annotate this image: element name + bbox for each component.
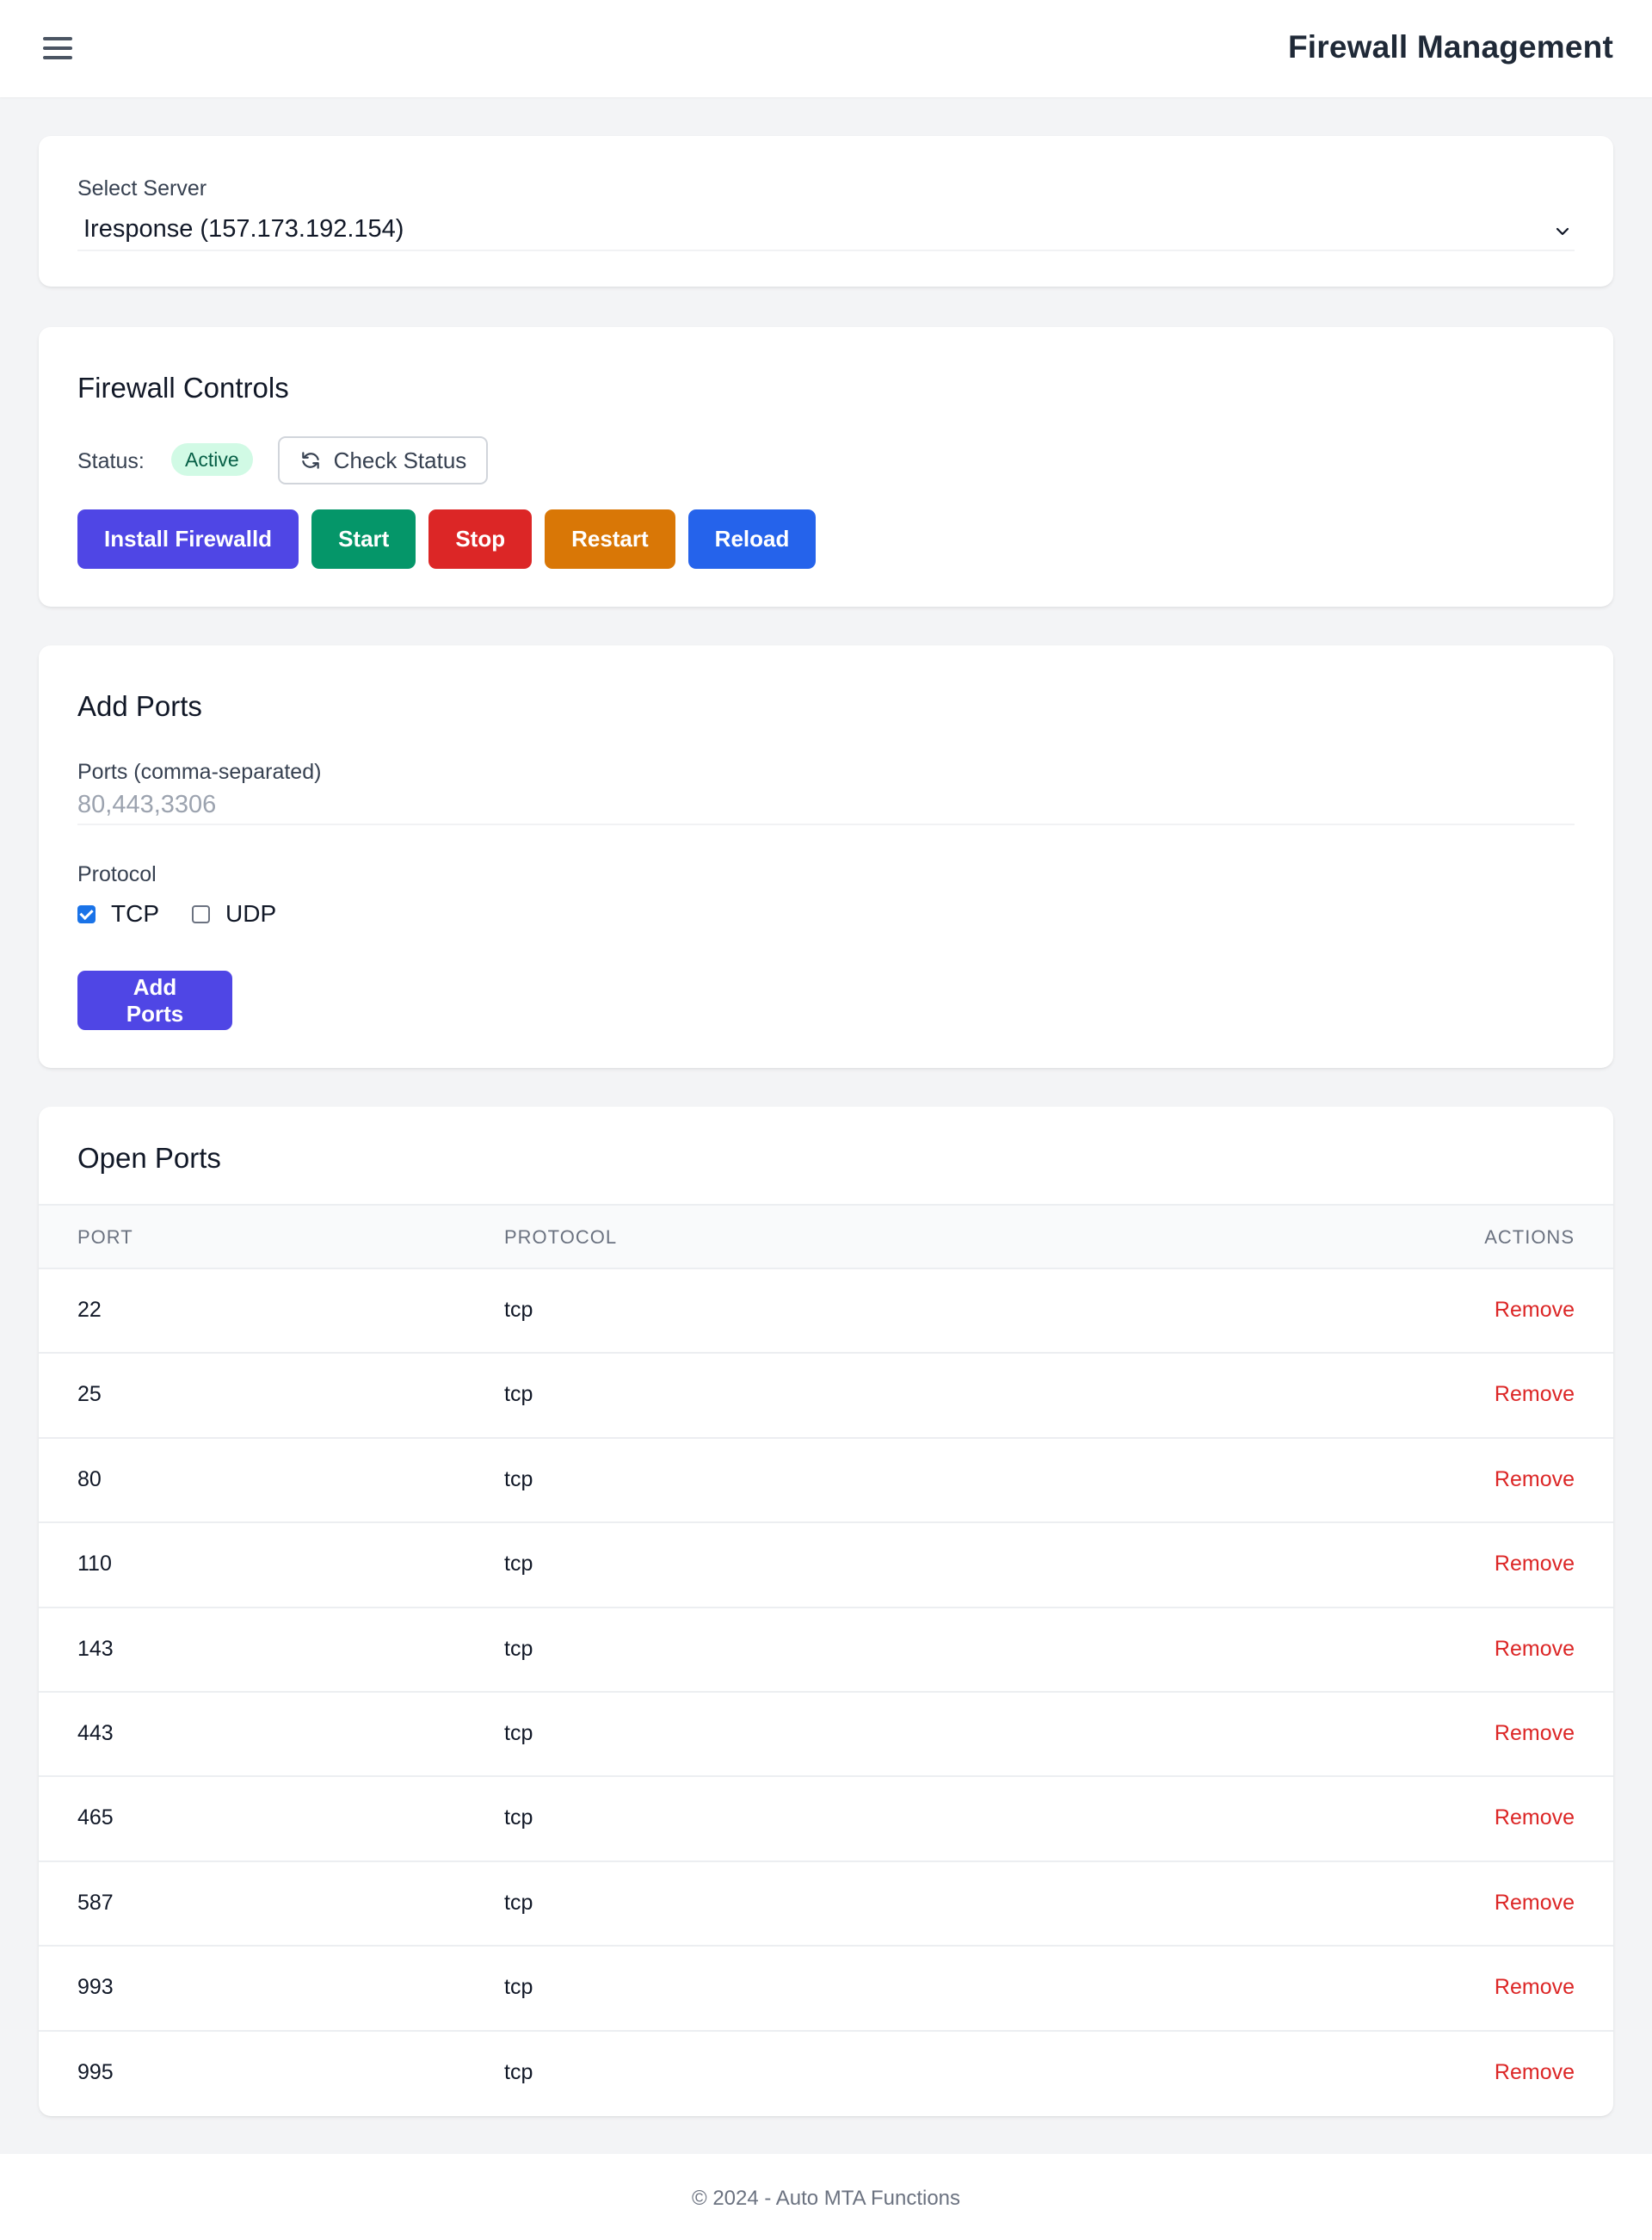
ports-table-body: 22 tcp Remove 25 tcp Remove 80 tcp Remove 110 tcp R… [39, 1269, 1613, 2116]
ports-input-placeholder: 80,443,3306 [77, 791, 217, 818]
protocol-cell: tcp [504, 1382, 533, 1407]
protocol-cell: tcp [504, 1805, 533, 1830]
ports-label: Ports (comma-separated) [77, 760, 322, 784]
open-ports-card: Open Ports PORT PROTOCOL ACTIONS 22 tcp Re… [39, 1107, 1613, 2116]
firewall-controls-title: Firewall Controls [77, 372, 289, 404]
footer: © 2024 - Auto MTA Functions [0, 2154, 1652, 2240]
menu-bar [43, 46, 72, 50]
refresh-icon [301, 452, 319, 469]
status-label: Status: [77, 449, 145, 473]
protocol-cell: tcp [504, 2059, 533, 2084]
udp-label[interactable]: UDP [225, 900, 276, 928]
remove-port-link[interactable]: Remove [1495, 1552, 1575, 1577]
protocol-cell: tcp [504, 1636, 533, 1661]
protocol-cell: tcp [504, 1552, 533, 1577]
table-row: 993 tcp Remove [39, 1947, 1613, 2032]
port-cell: 25 [77, 1382, 102, 1407]
column-header-port: PORT [77, 1226, 133, 1248]
protocol-cell: tcp [504, 1975, 533, 2000]
restart-button[interactable]: Restart [545, 509, 675, 569]
udp-checkbox[interactable] [192, 904, 210, 923]
port-cell: 443 [77, 1720, 114, 1745]
table-row: 587 tcp Remove [39, 1862, 1613, 1947]
chevron-down-icon [1556, 227, 1569, 236]
port-cell: 110 [77, 1552, 112, 1577]
protocol-cell: tcp [504, 1890, 533, 1915]
protocol-cell: tcp [504, 1466, 533, 1491]
table-row: 25 tcp Remove [39, 1354, 1613, 1439]
table-row: 22 tcp Remove [39, 1269, 1613, 1354]
port-cell: 80 [77, 1466, 102, 1491]
install-firewalld-button[interactable]: Install Firewalld [77, 509, 299, 569]
add-ports-card: Add Ports Ports (comma-separated) 80,443… [39, 645, 1613, 1068]
remove-port-link[interactable]: Remove [1495, 1298, 1575, 1323]
server-select-card: Select Server Iresponse (157.173.192.154… [39, 136, 1613, 287]
port-cell: 143 [77, 1636, 114, 1661]
page-title: Firewall Management [1287, 29, 1613, 65]
table-row: 80 tcp Remove [39, 1439, 1613, 1524]
reload-button[interactable]: Reload [687, 509, 817, 569]
protocol-cell: tcp [504, 1720, 533, 1745]
remove-port-link[interactable]: Remove [1495, 2060, 1575, 2085]
port-cell: 22 [77, 1298, 102, 1322]
table-row: 443 tcp Remove [39, 1693, 1613, 1778]
check-status-button[interactable]: Check Status [278, 436, 488, 484]
remove-port-link[interactable]: Remove [1495, 1805, 1575, 1830]
status-badge: Active [171, 443, 253, 476]
ports-input[interactable]: 80,443,3306 [77, 787, 1575, 825]
port-cell: 587 [77, 1890, 114, 1915]
table-row: 995 tcp Remove [39, 2032, 1613, 2116]
server-select[interactable]: Iresponse (157.173.192.154) [77, 213, 1575, 251]
tcp-checkbox[interactable] [77, 904, 96, 923]
menu-bar [43, 37, 72, 40]
table-row: 465 tcp Remove [39, 1777, 1613, 1862]
remove-port-link[interactable]: Remove [1495, 1721, 1575, 1746]
port-cell: 995 [77, 2059, 114, 2084]
protocol-options: TCP UDP [77, 900, 309, 928]
port-cell: 993 [77, 1975, 114, 2000]
tcp-label[interactable]: TCP [111, 900, 159, 928]
remove-port-link[interactable]: Remove [1495, 1637, 1575, 1662]
remove-port-link[interactable]: Remove [1495, 1467, 1575, 1492]
add-ports-title: Add Ports [77, 690, 202, 722]
hamburger-menu-icon[interactable] [43, 36, 74, 60]
menu-bar [43, 56, 72, 59]
check-status-label: Check Status [333, 447, 467, 473]
firewall-action-buttons: Install Firewalld Start Stop Restart Rel… [77, 509, 817, 569]
start-button[interactable]: Start [311, 509, 416, 569]
column-header-actions: ACTIONS [1484, 1226, 1575, 1248]
remove-port-link[interactable]: Remove [1495, 1975, 1575, 2000]
add-ports-button[interactable]: Add Ports [77, 971, 232, 1030]
top-header: Firewall Management [0, 0, 1652, 97]
firewall-controls-card: Firewall Controls Status: Active Check S… [39, 327, 1613, 607]
select-server-label: Select Server [77, 176, 207, 201]
column-header-protocol: PROTOCOL [504, 1226, 618, 1248]
protocol-cell: tcp [504, 1298, 533, 1322]
stop-button[interactable]: Stop [428, 509, 533, 569]
server-select-value: Iresponse (157.173.192.154) [83, 215, 404, 243]
port-cell: 465 [77, 1805, 114, 1830]
remove-port-link[interactable]: Remove [1495, 1891, 1575, 1916]
table-header: PORT PROTOCOL ACTIONS [39, 1204, 1613, 1269]
remove-port-link[interactable]: Remove [1495, 1382, 1575, 1407]
open-ports-title: Open Ports [77, 1142, 221, 1174]
protocol-label: Protocol [77, 862, 157, 886]
table-row: 110 tcp Remove [39, 1523, 1613, 1608]
table-row: 143 tcp Remove [39, 1608, 1613, 1693]
footer-copyright: © 2024 - Auto MTA Functions [691, 2187, 961, 2210]
